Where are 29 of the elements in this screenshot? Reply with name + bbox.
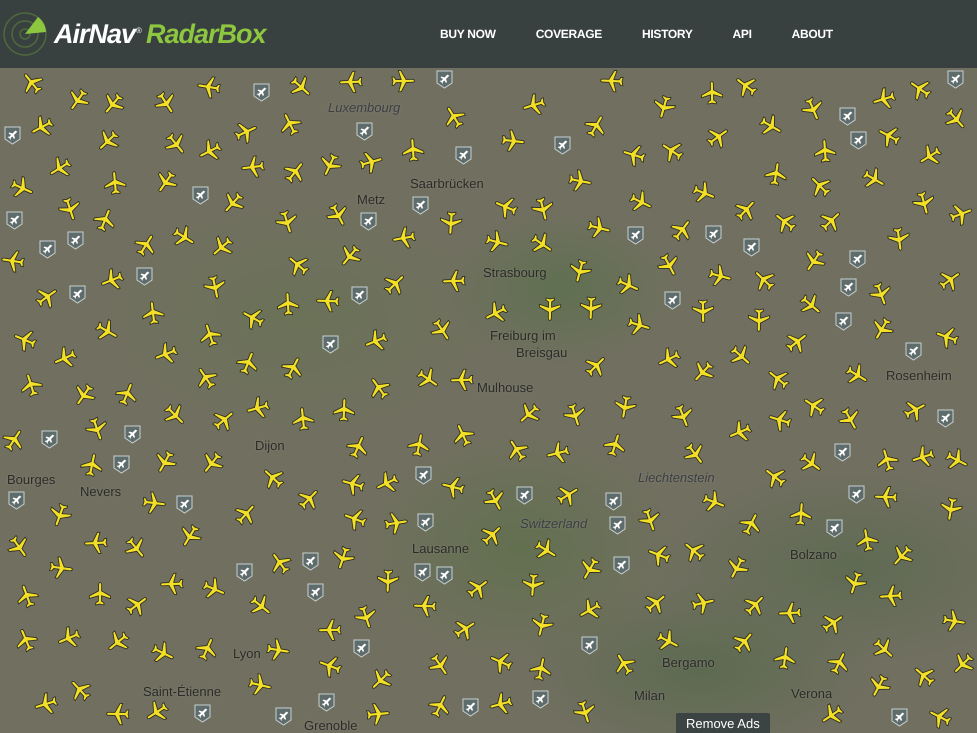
nav-link[interactable]: COVERAGE	[536, 21, 602, 47]
nav-link[interactable]: HISTORY	[642, 21, 693, 47]
city-label: Bolzano	[790, 547, 837, 562]
product-name: RadarBox	[146, 18, 266, 50]
nav-link[interactable]: BUY NOW	[440, 21, 496, 47]
city-label: Saint-Étienne	[143, 684, 222, 699]
brand-name: AirNav	[54, 18, 136, 50]
city-label: Mulhouse	[477, 380, 534, 395]
city-label: Metz	[357, 192, 386, 207]
city-label: Rosenheim	[886, 368, 952, 383]
city-label: Saarbrücken	[410, 176, 484, 191]
city-label: Bergamo	[662, 655, 715, 670]
nav-link[interactable]: ABOUT	[792, 21, 833, 47]
city-label: Nevers	[80, 484, 122, 499]
city-label: Lausanne	[412, 541, 470, 556]
city-label: Freiburg im	[490, 328, 556, 343]
remove-ads-button[interactable]: Remove Ads	[676, 713, 770, 733]
city-label: Breisgau	[516, 345, 568, 360]
region-label: Liechtenstein	[638, 470, 715, 485]
city-label: Dijon	[255, 438, 285, 453]
city-label: Milan	[634, 688, 666, 703]
region-label: Luxembourg	[328, 100, 400, 115]
registered-mark: ®	[136, 26, 142, 35]
nav-link[interactable]: API	[732, 21, 752, 47]
city-label: Bourges	[7, 472, 56, 487]
city-label: Grenoble	[304, 718, 358, 733]
city-label: Strasbourg	[483, 265, 547, 280]
city-label: Verona	[791, 686, 832, 701]
city-label: Lyon	[233, 646, 261, 661]
